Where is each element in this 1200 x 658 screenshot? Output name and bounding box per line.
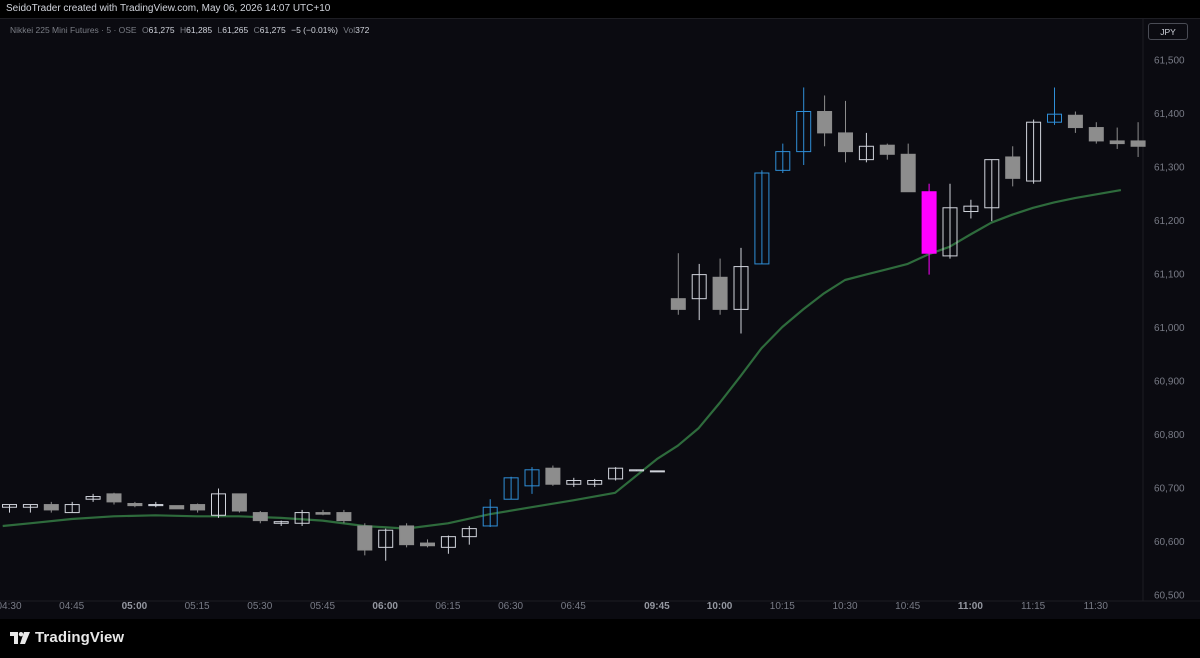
candle-body [921, 191, 937, 254]
x-tick-label: 05:15 [185, 601, 210, 612]
change-value: −5 (−0.01%) [291, 25, 338, 35]
x-tick-label: 10:30 [832, 601, 857, 612]
chart-pane[interactable]: 61,500 61,400 61,300 61,200 61,100 61,000 60,9… [0, 18, 1200, 620]
x-tick-label: 06:45 [561, 601, 586, 612]
currency-button[interactable]: JPY [1148, 23, 1188, 40]
x-tick-label: 11:30 [1084, 601, 1109, 612]
volume-value: 372 [355, 25, 370, 35]
x-tick-label: 06:30 [498, 601, 523, 612]
y-tick-label: 61,200 [1154, 216, 1185, 227]
candle-body [231, 493, 247, 512]
candle-body [106, 493, 122, 503]
y-tick-label: 61,500 [1154, 56, 1185, 67]
footer-bar: TradingView [0, 619, 1200, 658]
price-chart[interactable]: 61,500 61,400 61,300 61,200 61,100 61,000 60,9… [0, 19, 1200, 619]
y-tick-label: 61,300 [1154, 163, 1185, 174]
candle-body [127, 502, 143, 507]
candle-body [1109, 140, 1125, 145]
candle-body [1067, 114, 1083, 129]
symbol-title: Nikkei 225 Mini Futures · 5 · OSE [10, 25, 137, 35]
tradingview-icon [10, 631, 30, 644]
x-tick-label: 05:30 [247, 601, 272, 612]
x-tick-label: 11:15 [1021, 601, 1046, 612]
y-tick-label: 60,900 [1154, 377, 1185, 388]
candle-body [252, 512, 268, 522]
x-tick-label: 04:45 [59, 601, 84, 612]
low-value: 61,265 [222, 25, 249, 35]
candle-body [190, 504, 206, 511]
x-tick-label: 09:45 [644, 601, 670, 612]
candle-body [545, 467, 561, 485]
x-tick-label: 06:00 [372, 601, 398, 612]
y-tick-label: 61,100 [1154, 270, 1185, 281]
moving-average-line [2, 189, 1122, 530]
candle-body [1130, 140, 1146, 147]
candle-body [420, 542, 435, 547]
symbol-legend: Nikkei 225 Mini Futures · 5 · OSE O61,27… [10, 25, 369, 35]
candle-body [900, 153, 916, 193]
candle-body [838, 132, 853, 153]
volume-label: Vol [343, 25, 356, 35]
candle-body [1088, 127, 1104, 142]
y-tick-label: 60,700 [1154, 484, 1185, 495]
y-tick-label: 60,800 [1154, 430, 1185, 441]
chart-caption-bar: SeidoTrader created with TradingView.com… [0, 0, 1200, 18]
y-tick-label: 61,000 [1154, 323, 1185, 334]
x-tick-label: 04:30 [0, 601, 22, 612]
x-tick-label: 10:45 [895, 601, 920, 612]
candle-body [169, 505, 185, 510]
chart-caption: SeidoTrader created with TradingView.com… [6, 3, 331, 14]
open-value: 61,275 [148, 25, 175, 35]
high-value: 61,285 [186, 25, 213, 35]
candle-body [712, 276, 728, 310]
tradingview-brand-text: TradingView [35, 629, 125, 646]
x-tick-label: 05:45 [310, 601, 335, 612]
candle-body [315, 512, 331, 515]
close-value: 61,275 [259, 25, 286, 35]
candle-body [649, 470, 665, 473]
tradingview-logo[interactable]: TradingView [10, 629, 124, 646]
x-tick-label: 05:00 [122, 601, 148, 612]
candle-body [879, 144, 895, 155]
candle-body [817, 111, 833, 134]
candle-body [357, 525, 373, 551]
y-tick-label: 60,600 [1154, 537, 1185, 548]
y-tick-label: 61,400 [1154, 109, 1185, 120]
y-tick-label: 60,500 [1154, 590, 1185, 601]
candle-body [399, 525, 415, 546]
x-tick-label: 11:00 [958, 601, 983, 612]
candle-body [1005, 156, 1021, 179]
candle-body [43, 504, 59, 511]
open-label: O [141, 25, 149, 35]
candle-body [670, 298, 686, 310]
candle-body [336, 512, 352, 522]
x-tick-label: 10:15 [770, 601, 795, 612]
x-tick-label: 10:00 [707, 601, 733, 612]
x-tick-label: 06:15 [435, 601, 460, 612]
